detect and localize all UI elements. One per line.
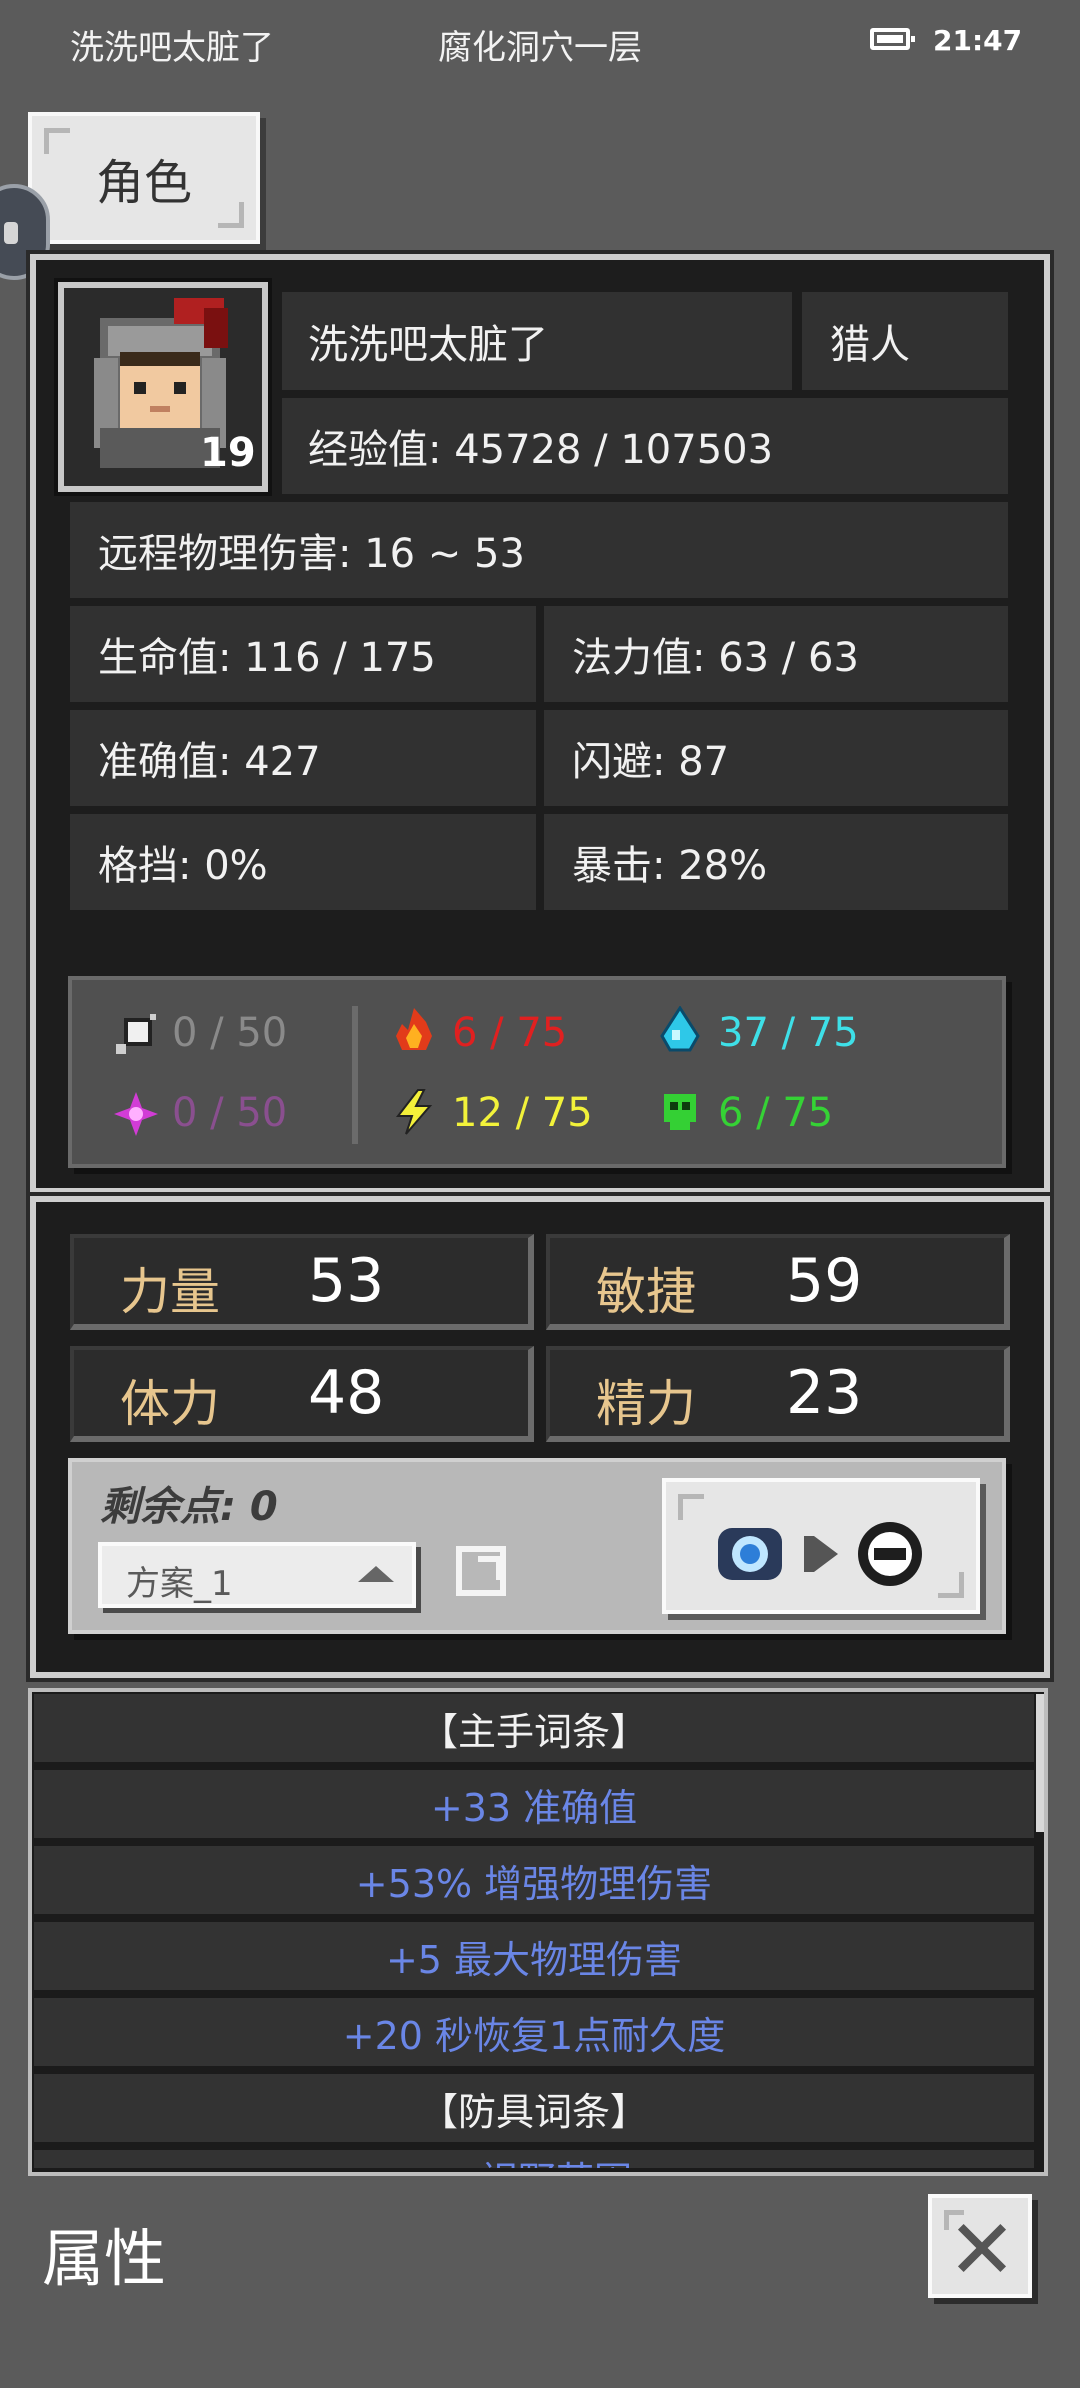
hp-row: 生命值: 116 / 175	[70, 606, 536, 702]
block-text: 格挡: 0%	[98, 843, 268, 889]
scheme-value: 方案_1	[126, 1564, 233, 1604]
arcane-resist: 0 / 50	[172, 1090, 288, 1136]
attr-energy-label: 精力	[596, 1375, 696, 1433]
evasion-row: 闪避: 87	[544, 710, 1008, 806]
crit-text: 暴击: 28%	[572, 843, 768, 889]
lightning-resist: 12 / 75	[452, 1090, 593, 1136]
physical-resist: 0 / 50	[172, 1010, 288, 1056]
battery-icon	[870, 28, 915, 50]
resistance-divider	[352, 1006, 358, 1144]
status-location: 腐化洞穴一层	[438, 28, 642, 68]
orb-convert-icon	[718, 1522, 922, 1586]
close-button[interactable]	[928, 2194, 1032, 2298]
resistance-box	[68, 976, 1006, 1168]
water-resist: 37 / 75	[718, 1010, 859, 1056]
remaining-points: 剩余点: 0	[100, 1484, 278, 1530]
list-scrollbar[interactable]	[1036, 1694, 1044, 1832]
character-class-text: 猎人	[830, 322, 910, 368]
list-item: 【主手词条】	[34, 1694, 1034, 1766]
tab-character[interactable]: 角色	[28, 112, 260, 244]
list-item: +33 准确值	[34, 1770, 1034, 1842]
tab-character-label: 角色	[95, 155, 192, 211]
mp-row: 法力值: 63 / 63	[544, 606, 1008, 702]
block-row: 格挡: 0%	[70, 814, 536, 910]
sword-shield-icon	[116, 1014, 156, 1054]
list-item: + 视野范围	[34, 2150, 1034, 2172]
dropdown-arrow-icon	[358, 1566, 394, 1582]
evasion-text: 闪避: 87	[572, 739, 730, 785]
attr-stamina-value: 48	[308, 1358, 385, 1428]
status-bar: 洗洗吧太脏了 腐化洞穴一层 21:47	[0, 0, 1080, 86]
fire-icon	[396, 1008, 432, 1050]
water-drop-icon	[660, 1006, 700, 1052]
list-item: +53% 增强物理伤害	[34, 1846, 1034, 1918]
attr-agility-label: 敏捷	[596, 1263, 696, 1321]
damage-row: 远程物理伤害: 16 ~ 53	[70, 502, 1008, 598]
poison-skull-icon	[664, 1094, 696, 1130]
list-item: +20 秒恢复1点耐久度	[34, 1998, 1034, 2070]
status-player-name: 洗洗吧太脏了	[70, 28, 274, 68]
export-icon[interactable]	[456, 1546, 506, 1596]
fire-resist: 6 / 75	[452, 1010, 568, 1056]
mp-text: 法力值: 63 / 63	[572, 635, 859, 681]
list-item: +5 最大物理伤害	[34, 1922, 1034, 1994]
arcane-star-icon	[114, 1092, 158, 1136]
attr-strength-label: 力量	[120, 1263, 220, 1321]
convert-button[interactable]	[662, 1478, 980, 1614]
attr-strength-value: 53	[308, 1246, 385, 1316]
crit-row: 暴击: 28%	[544, 814, 1008, 910]
damage-text: 远程物理伤害: 16 ~ 53	[98, 531, 525, 577]
lightning-icon	[395, 1089, 433, 1135]
character-name: 洗洗吧太脏了	[282, 292, 792, 390]
list-item: 【防具词条】	[34, 2074, 1034, 2146]
poison-resist: 6 / 75	[718, 1090, 834, 1136]
attr-energy-value: 23	[786, 1358, 863, 1428]
experience-row: 经验值: 45728 / 107503	[282, 398, 1008, 494]
character-level: 19	[200, 430, 256, 476]
accuracy-text: 准确值: 427	[98, 739, 321, 785]
accuracy-row: 准确值: 427	[70, 710, 536, 806]
status-time: 21:47	[933, 24, 1023, 57]
attr-agility-value: 59	[786, 1246, 863, 1316]
experience-text: 经验值: 45728 / 107503	[308, 427, 774, 473]
character-class: 猎人	[802, 292, 1008, 390]
attr-stamina-label: 体力	[120, 1375, 220, 1433]
hp-text: 生命值: 116 / 175	[98, 635, 436, 681]
page-title: 属性	[42, 2222, 167, 2295]
character-name-text: 洗洗吧太脏了	[308, 322, 548, 368]
